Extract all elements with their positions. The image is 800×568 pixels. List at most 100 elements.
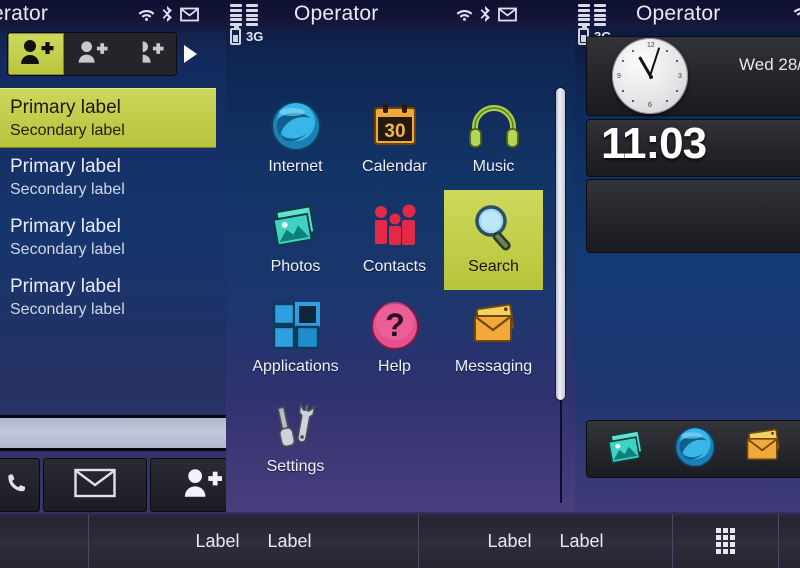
app-messaging[interactable]: Messaging <box>444 290 543 390</box>
question-mark-icon: ? <box>367 298 423 354</box>
status-icons-contacts <box>138 6 199 22</box>
bluetooth-icon <box>480 6 491 22</box>
person-half-add-icon <box>132 39 164 70</box>
svg-text:?: ? <box>385 307 405 343</box>
app-label: Calendar <box>362 158 427 175</box>
wifi-icon <box>793 6 800 19</box>
battery-icon <box>230 26 241 45</box>
status-bar-menu: 3G Operator <box>226 0 575 45</box>
list-item[interactable]: Primary label Secondary label <box>0 88 216 148</box>
empty-widget[interactable] <box>587 180 800 252</box>
app-contacts[interactable]: Contacts <box>345 190 444 290</box>
sidebar-item-contacts[interactable] <box>64 33 120 75</box>
panel-app-menu: 3G Operator Internet 30 Calendar Music P… <box>226 0 575 512</box>
network-type-label: 3G <box>246 29 264 44</box>
clock-date-widget[interactable]: 12 3 6 9 Wed 28/ <box>587 37 800 115</box>
toolbar-segment-keypad[interactable] <box>672 514 778 568</box>
four-squares-icon <box>268 298 324 354</box>
list-item-primary: Primary label <box>10 156 121 177</box>
sidebar-item-groups[interactable] <box>120 33 176 75</box>
app-internet[interactable]: Internet <box>246 90 345 190</box>
scrollbar-thumb-menu[interactable] <box>556 88 565 400</box>
message-button[interactable] <box>43 458 147 512</box>
operator-name-contacts: erator <box>0 2 49 25</box>
app-label: Messaging <box>454 358 533 375</box>
home-dock <box>587 421 800 477</box>
list-item[interactable]: Primary label Secondary label <box>0 268 216 328</box>
app-label: Settings <box>266 458 325 475</box>
status-icons-menu <box>456 6 517 22</box>
device-screenshot-composite: erator <box>0 0 800 568</box>
signal-strength-icon <box>230 4 258 26</box>
person-add-icon <box>181 467 223 504</box>
app-calendar[interactable]: 30 Calendar <box>345 90 444 190</box>
contacts-tab-bar[interactable] <box>8 33 176 75</box>
app-label: Music <box>472 158 515 175</box>
app-help[interactable]: ? Help <box>345 290 444 390</box>
sidebar-item-add-contact[interactable] <box>8 33 64 75</box>
contacts-action-buttons <box>0 458 226 512</box>
list-item-primary: Primary label <box>10 276 121 297</box>
date-label: Wed 28/ <box>739 55 800 74</box>
operator-name-home: Operator <box>636 2 721 25</box>
toolbar-segment-2[interactable]: Label Label <box>88 514 418 568</box>
dock-internet[interactable] <box>667 425 723 473</box>
browser-globe-icon <box>268 98 324 154</box>
toolbar-label[interactable]: Label <box>268 531 312 552</box>
envelope-stack-icon <box>466 298 522 354</box>
app-photos[interactable]: Photos <box>246 190 345 290</box>
app-music[interactable]: Music <box>444 90 543 190</box>
panel-contacts: erator <box>0 0 226 512</box>
mail-icon <box>180 7 199 22</box>
call-button[interactable] <box>0 458 40 512</box>
photos-icon <box>605 425 649 474</box>
toolbar-label[interactable]: Label <box>560 531 604 552</box>
list-item[interactable]: Primary label Secondary label <box>0 148 216 208</box>
status-bar-contacts: erator <box>0 0 226 30</box>
headphones-icon <box>466 98 522 154</box>
bluetooth-icon <box>162 6 173 22</box>
app-label: Contacts <box>362 258 427 275</box>
wifi-icon <box>456 8 473 21</box>
mail-icon <box>498 7 517 22</box>
app-search[interactable]: Search <box>444 190 543 290</box>
dock-messaging[interactable] <box>735 425 791 473</box>
envelope-stack-icon <box>741 425 785 474</box>
status-bar-home: 3G Operator <box>575 0 800 45</box>
list-item-primary: Primary label <box>10 216 121 237</box>
toolbar-label[interactable]: Label <box>195 531 239 552</box>
app-label: Help <box>378 358 411 375</box>
toolbar-segment-end[interactable] <box>778 514 800 568</box>
app-label: Applications <box>252 358 339 375</box>
battery-network-indicators: 3G <box>230 26 264 45</box>
app-settings[interactable]: Settings <box>246 390 345 490</box>
list-item-secondary: Secondary label <box>10 241 125 258</box>
toolbar-segment-1[interactable] <box>0 514 88 568</box>
status-icons-home <box>793 6 800 19</box>
app-label: Photos <box>270 258 321 275</box>
tools-icon <box>268 398 324 454</box>
dock-photos[interactable] <box>599 425 655 473</box>
wifi-icon <box>138 8 155 21</box>
bottom-toolbar: Label Label Label Label <box>0 512 800 568</box>
envelope-icon <box>74 468 116 503</box>
list-item[interactable]: Primary label Secondary label <box>0 208 216 268</box>
search-input[interactable] <box>0 415 226 451</box>
tabs-next-arrow-icon[interactable] <box>184 45 197 63</box>
toolbar-label[interactable]: Label <box>487 531 531 552</box>
app-label: Internet <box>268 158 323 175</box>
signal-strength-icon <box>578 4 606 26</box>
app-label: Search <box>468 258 519 275</box>
magnifier-icon <box>466 198 522 254</box>
calendar-icon: 30 <box>367 98 423 154</box>
contacts-list[interactable]: Primary label Secondary label Primary la… <box>0 88 216 328</box>
time-label: 11:03 <box>601 119 707 168</box>
toolbar-segment-3[interactable]: Label Label <box>418 514 672 568</box>
app-grid: Internet 30 Calendar Music Photos Contac… <box>246 90 556 490</box>
add-person-button[interactable] <box>150 458 226 512</box>
app-applications[interactable]: Applications <box>246 290 345 390</box>
call-icon <box>6 472 28 499</box>
list-item-primary: Primary label <box>10 97 121 118</box>
digital-time-widget[interactable]: 11:03 <box>587 119 800 176</box>
list-item-secondary: Secondary label <box>10 122 125 139</box>
